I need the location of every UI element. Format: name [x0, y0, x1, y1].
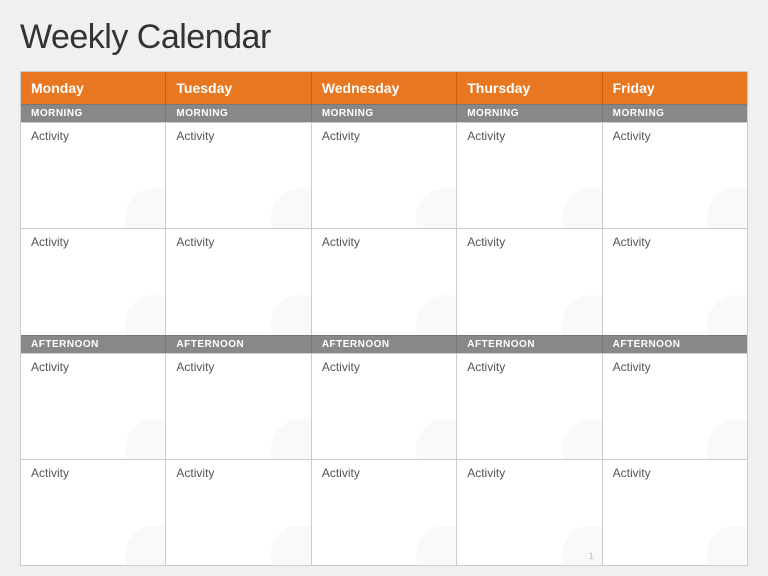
- activity-cell-tue-aft-2[interactable]: Activity: [166, 459, 311, 565]
- activity-cell-thu-morn-1[interactable]: Activity: [457, 122, 602, 228]
- activity-cell-wed-aft-2[interactable]: Activity: [312, 459, 457, 565]
- activity-text: Activity: [467, 129, 505, 143]
- day-header-thursday: Thursday: [457, 72, 602, 104]
- activity-text: Activity: [613, 360, 651, 374]
- morning-label-wednesday: MORNING: [312, 104, 457, 122]
- activity-text: Activity: [322, 129, 360, 143]
- afternoon-label-wednesday: AFTERNOON: [312, 335, 457, 353]
- morning-activity-row-2: Activity Activity Activity Activity Acti…: [21, 228, 747, 334]
- morning-section-row: MORNING MORNING MORNING MORNING MORNING: [21, 104, 747, 122]
- activity-cell-tue-morn-2[interactable]: Activity: [166, 228, 311, 334]
- activity-text: Activity: [176, 235, 214, 249]
- afternoon-label-thursday: AFTERNOON: [457, 335, 602, 353]
- activity-text: Activity: [322, 466, 360, 480]
- activity-text: Activity: [322, 235, 360, 249]
- day-header-wednesday: Wednesday: [312, 72, 457, 104]
- morning-label-friday: MORNING: [603, 104, 747, 122]
- calendar-table: Monday Tuesday Wednesday Thursday Friday…: [20, 71, 748, 566]
- activity-cell-mon-morn-2[interactable]: Activity: [21, 228, 166, 334]
- activity-cell-mon-aft-1[interactable]: Activity: [21, 353, 166, 459]
- activity-cell-thu-morn-2[interactable]: Activity: [457, 228, 602, 334]
- activity-cell-fri-morn-2[interactable]: Activity: [603, 228, 747, 334]
- morning-label-monday: MORNING: [21, 104, 166, 122]
- activity-cell-tue-morn-1[interactable]: Activity: [166, 122, 311, 228]
- activity-cell-thu-aft-2[interactable]: Activity 1: [457, 459, 602, 565]
- activity-cell-mon-morn-1[interactable]: Activity: [21, 122, 166, 228]
- activity-text: Activity: [613, 129, 651, 143]
- activity-text: Activity: [467, 360, 505, 374]
- activity-cell-fri-aft-1[interactable]: Activity: [603, 353, 747, 459]
- activity-text: Activity: [31, 235, 69, 249]
- page-title: Weekly Calendar: [20, 18, 748, 57]
- activity-cell-fri-aft-2[interactable]: Activity: [603, 459, 747, 565]
- activity-text: Activity: [613, 235, 651, 249]
- activity-cell-thu-aft-1[interactable]: Activity: [457, 353, 602, 459]
- activity-text: Activity: [31, 129, 69, 143]
- activity-cell-wed-morn-1[interactable]: Activity: [312, 122, 457, 228]
- afternoon-activity-row-1: Activity Activity Activity Activity Acti…: [21, 353, 747, 459]
- activity-cell-mon-aft-2[interactable]: Activity: [21, 459, 166, 565]
- activity-text: Activity: [31, 360, 69, 374]
- day-header-friday: Friday: [603, 72, 747, 104]
- activity-text: Activity: [613, 466, 651, 480]
- activity-text: Activity: [322, 360, 360, 374]
- activity-cell-fri-morn-1[interactable]: Activity: [603, 122, 747, 228]
- morning-label-thursday: MORNING: [457, 104, 602, 122]
- activity-cell-tue-aft-1[interactable]: Activity: [166, 353, 311, 459]
- activity-text: Activity: [176, 360, 214, 374]
- activity-cell-wed-morn-2[interactable]: Activity: [312, 228, 457, 334]
- page-container: Weekly Calendar Monday Tuesday Wednesday…: [0, 0, 768, 576]
- afternoon-label-friday: AFTERNOON: [603, 335, 747, 353]
- afternoon-activity-row-2: Activity Activity Activity Activity 1 Ac…: [21, 459, 747, 565]
- activity-text: Activity: [467, 235, 505, 249]
- afternoon-label-monday: AFTERNOON: [21, 335, 166, 353]
- day-header-tuesday: Tuesday: [166, 72, 311, 104]
- morning-label-tuesday: MORNING: [166, 104, 311, 122]
- header-row: Monday Tuesday Wednesday Thursday Friday: [21, 72, 747, 104]
- afternoon-section-row: AFTERNOON AFTERNOON AFTERNOON AFTERNOON …: [21, 335, 747, 353]
- activity-cell-wed-aft-1[interactable]: Activity: [312, 353, 457, 459]
- afternoon-label-tuesday: AFTERNOON: [166, 335, 311, 353]
- activity-text: Activity: [176, 129, 214, 143]
- day-header-monday: Monday: [21, 72, 166, 104]
- page-number: 1: [589, 551, 594, 561]
- activity-text: Activity: [31, 466, 69, 480]
- morning-activity-row-1: Activity Activity Activity Activity Acti…: [21, 122, 747, 228]
- activity-text: Activity: [176, 466, 214, 480]
- activity-text: Activity: [467, 466, 505, 480]
